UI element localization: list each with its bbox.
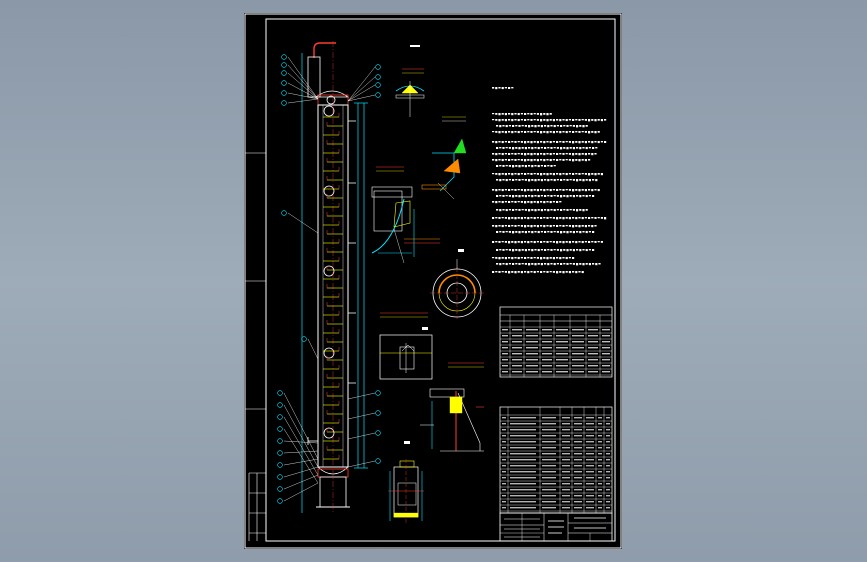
detail-tray-section <box>379 312 433 380</box>
detail-weld-top <box>395 68 425 117</box>
column-dimensions <box>301 53 368 513</box>
nozzle-table <box>499 306 613 378</box>
column-elevation <box>307 41 356 513</box>
detail-flange-plan <box>430 259 484 319</box>
sheet-border <box>244 13 622 549</box>
detail-downcomer <box>420 362 484 452</box>
title-block <box>499 512 613 542</box>
drawing-canvas <box>244 13 622 549</box>
drawing-sheet <box>244 13 622 549</box>
detail-support-bracket <box>371 166 440 264</box>
view-markers <box>404 45 464 444</box>
detail-skirt-section <box>388 459 424 523</box>
cad-viewport[interactable] <box>0 0 867 562</box>
margin-ticks <box>245 152 266 541</box>
technical-notes <box>492 87 607 274</box>
parts-list-table <box>499 406 613 514</box>
detail-nozzle-weld <box>421 116 467 200</box>
